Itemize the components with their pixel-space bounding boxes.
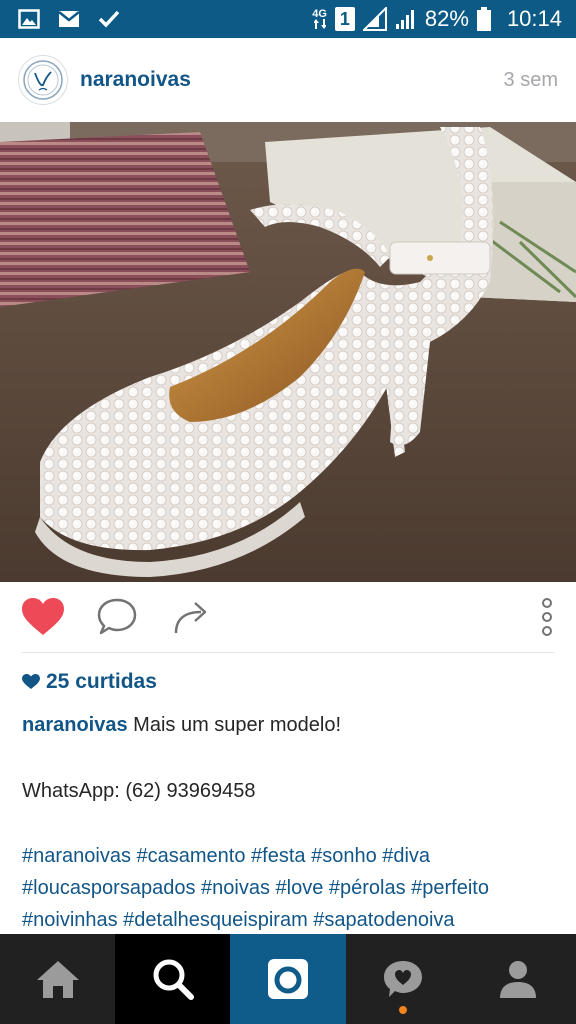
image-icon: [18, 9, 40, 29]
small-heart-icon: [22, 674, 40, 690]
hashtags: #naranoivas #casamento #festa #sonho #di…: [22, 840, 567, 936]
profile-logo-icon: [23, 60, 63, 100]
sim-slot-label: 1: [339, 8, 350, 29]
nav-search[interactable]: [115, 934, 231, 1024]
action-bar: [0, 582, 576, 652]
battery-percent: 82%: [424, 6, 469, 31]
signal-icon: [362, 7, 387, 31]
notification-dot: [399, 1006, 408, 1014]
activity-icon: [384, 961, 423, 997]
post-photo[interactable]: [0, 122, 576, 582]
status-bar: 4G 1 82% 10:14: [0, 0, 576, 38]
bottom-nav: [0, 934, 576, 1024]
sim-slot-badge: 1: [334, 7, 355, 31]
pearl-shoe-photo-icon: [0, 122, 576, 582]
hashtag-line[interactable]: #noivinhas #detalhesqueispiram #sapatode…: [22, 904, 567, 936]
signal-bars-icon: [395, 8, 417, 30]
battery-icon: [476, 7, 491, 31]
nav-home[interactable]: [0, 934, 115, 1024]
check-icon: [98, 10, 120, 28]
search-icon: [153, 959, 194, 1000]
nav-activity[interactable]: [346, 934, 461, 1024]
caption: naranoivas Mais um super modelo!: [22, 708, 562, 742]
hashtag-line[interactable]: #loucasporsapados #noivas #love #pérolas…: [22, 872, 567, 904]
profile-icon: [500, 961, 537, 998]
network-type-label: 4G: [312, 8, 327, 20]
home-icon: [36, 961, 79, 998]
post-username[interactable]: naranoivas: [80, 68, 191, 92]
comment-icon[interactable]: [96, 597, 138, 637]
caption-whatsapp: WhatsApp: (62) 93969458: [22, 780, 256, 802]
likes-count[interactable]: 25 curtidas: [22, 666, 157, 698]
caption-username[interactable]: naranoivas: [22, 714, 128, 736]
hashtag-line[interactable]: #naranoivas #casamento #festa #sonho #di…: [22, 840, 567, 872]
mail-icon: [58, 10, 80, 28]
share-icon[interactable]: [173, 599, 211, 635]
divider: [22, 652, 554, 653]
camera-icon: [268, 959, 308, 999]
caption-text: Mais um super modelo!: [133, 714, 342, 736]
more-vertical-icon[interactable]: [540, 597, 554, 637]
avatar[interactable]: [18, 55, 68, 105]
post-header: naranoivas 3 sem: [0, 38, 576, 122]
likes-label: 25 curtidas: [46, 670, 157, 693]
post-time: 3 sem: [503, 68, 558, 91]
nav-profile[interactable]: [461, 934, 576, 1024]
network-indicator: 4G: [312, 9, 327, 29]
clock: 10:14: [506, 6, 562, 31]
heart-filled-icon[interactable]: [21, 597, 65, 637]
nav-camera[interactable]: [230, 934, 346, 1024]
